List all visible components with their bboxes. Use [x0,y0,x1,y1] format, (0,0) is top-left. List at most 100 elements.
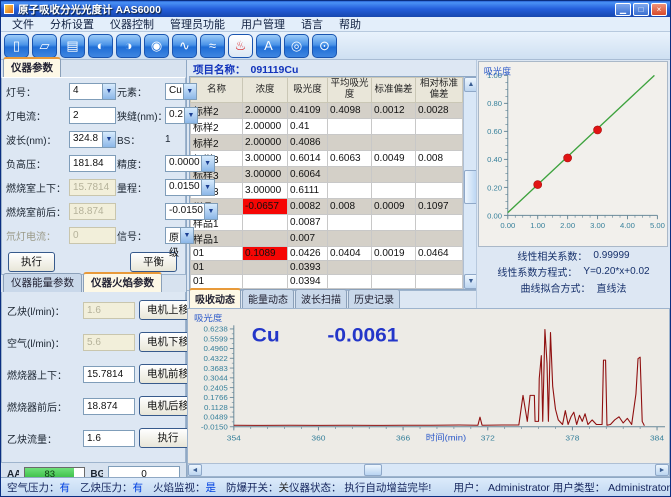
table-cell[interactable] [416,215,463,231]
table-cell[interactable] [416,275,463,289]
neg-hv-field[interactable] [69,155,116,172]
table-cell[interactable]: 0.4109 [288,103,328,119]
table-row[interactable]: 标样22.000000.41090.40980.00120.0028 [191,103,463,119]
table-cell[interactable] [372,167,416,183]
tab-history[interactable]: 历史记录 [348,289,400,308]
col-header-absorbance[interactable]: 吸光度 [288,78,328,103]
table-row[interactable]: 010.0393 [191,261,463,275]
table-cell[interactable]: 0.4086 [288,135,328,151]
table-cell[interactable] [328,231,372,247]
tab-energy-params[interactable]: 仪器能量参数 [3,273,82,292]
toolbar-lamp-button[interactable]: ◎ [284,34,309,58]
toolbar-flame-button[interactable]: ♨ [228,34,253,58]
table-cell[interactable]: 0.008 [416,151,463,167]
table-cell[interactable]: 0.0012 [372,103,416,119]
table-cell[interactable]: 0.007 [288,231,328,247]
tab-energy-dynamics[interactable]: 能量动态 [242,289,294,308]
table-cell[interactable]: 0.0009 [372,199,416,215]
table-cell[interactable]: 0.0464 [416,247,463,261]
table-cell[interactable]: 2.00000 [243,119,288,135]
table-cell[interactable]: 0.0087 [288,215,328,231]
close-button[interactable]: × [651,3,667,16]
toolbar-open-button[interactable]: ▱ [32,34,57,58]
toolbar-wavelength-button[interactable]: A [256,34,281,58]
toolbar-peak-scan-button[interactable]: ∿ [172,34,197,58]
table-cell[interactable] [372,183,416,199]
range-select[interactable]: 0.0150▼ [165,179,215,196]
tab-absorption-dynamics[interactable]: 吸收动态 [189,288,241,308]
table-cell[interactable]: 0.0082 [288,199,328,215]
maximize-button[interactable]: □ [633,3,649,16]
table-cell[interactable] [372,275,416,289]
table-row[interactable]: 样品1 0.007 [191,231,463,247]
scroll-thumb-h[interactable] [364,464,382,476]
menu-item-analysis-settings[interactable]: 分析设置 [43,16,101,32]
toolbar-meter2-button[interactable]: ◑ [116,34,141,58]
col-header-concentration[interactable]: 浓度 [243,78,288,103]
col-header-rsd[interactable]: 相对标准偏差 [416,78,463,103]
table-row[interactable]: 标样22.000000.4086 [191,135,463,151]
table-cell[interactable] [416,183,463,199]
col-header-name[interactable]: 名称 [191,78,243,103]
table-cell[interactable]: 0.0393 [288,261,328,275]
table-cell[interactable]: 3.00000 [243,167,288,183]
table-cell[interactable]: 3.00000 [243,183,288,199]
table-cell[interactable] [372,119,416,135]
col-header-avg-absorbance[interactable]: 平均吸光度 [328,78,372,103]
table-cell[interactable] [328,275,372,289]
precision-select[interactable]: 0.0000▼ [165,155,215,172]
burner-frontback-field[interactable] [83,398,135,415]
toolbar-burner-button[interactable]: ≈ [200,34,225,58]
table-cell[interactable]: 0.1097 [416,199,463,215]
lamp-no-select[interactable]: 4▼ [69,83,116,100]
table-cell[interactable]: 0.6063 [328,151,372,167]
table-row[interactable]: 010.10890.04260.04040.00190.0464 [191,247,463,261]
menu-item-help[interactable]: 帮助 [332,16,368,32]
signal-select[interactable]: 原级▼ [165,227,194,244]
table-cell[interactable] [372,231,416,247]
slit-select[interactable]: 0.2▼ [165,107,198,124]
table-cell[interactable]: 0.0019 [372,247,416,261]
table-cell[interactable] [372,135,416,151]
table-cell[interactable]: 标样2 [191,103,243,119]
table-cell[interactable] [243,231,288,247]
burner-updown-field[interactable] [83,366,135,383]
menu-item-admin-functions[interactable]: 管理员功能 [163,16,232,32]
table-cell[interactable]: 标样2 [191,119,243,135]
table-row[interactable]: 标样22.000000.41 [191,119,463,135]
tab-flame-params[interactable]: 仪器火焰参数 [83,272,162,292]
table-cell[interactable]: 0.0028 [416,103,463,119]
table-cell[interactable]: 01 [191,275,243,289]
table-cell[interactable]: 2.00000 [243,135,288,151]
table-cell[interactable]: 0.008 [328,199,372,215]
tab-instrument-params[interactable]: 仪器参数 [3,57,61,77]
element-select[interactable]: Cu▼ [165,83,197,100]
table-row[interactable]: 标样33.000000.6111 [191,183,463,199]
execute-button[interactable]: 执行 [8,252,55,272]
table-cell[interactable] [416,231,463,247]
table-cell[interactable] [243,261,288,275]
table-cell[interactable] [416,167,463,183]
table-cell[interactable]: 0.0394 [288,275,328,289]
menu-item-file[interactable]: 文件 [5,16,41,32]
table-cell[interactable]: 01 [191,247,243,261]
table-cell[interactable] [328,135,372,151]
menu-item-language[interactable]: 语言 [294,16,330,32]
minimize-button[interactable]: ▁ [615,3,631,16]
table-cell[interactable]: 0.0049 [372,151,416,167]
table-row[interactable]: 标样33.000000.6064 [191,167,463,183]
menu-item-user-management[interactable]: 用户管理 [234,16,292,32]
table-cell[interactable]: 标样2 [191,135,243,151]
range-low-select[interactable]: -0.0150▼ [165,203,218,220]
table-cell[interactable]: 0.1089 [243,247,288,261]
table-row[interactable]: 标样33.000000.60140.60630.00490.008 [191,151,463,167]
table-cell[interactable] [243,275,288,289]
table-row[interactable]: 样品1-0.06570.00820.0080.00090.1097 [191,199,463,215]
table-cell[interactable]: 0.4098 [328,103,372,119]
toolbar-meter-button[interactable]: ◐ [88,34,113,58]
table-cell[interactable] [328,261,372,275]
table-row[interactable]: 01 0.0394 [191,275,463,289]
table-cell[interactable]: 样品1 [191,231,243,247]
table-cell[interactable]: 3.00000 [243,151,288,167]
scroll-right-icon[interactable]: ► [655,464,669,476]
